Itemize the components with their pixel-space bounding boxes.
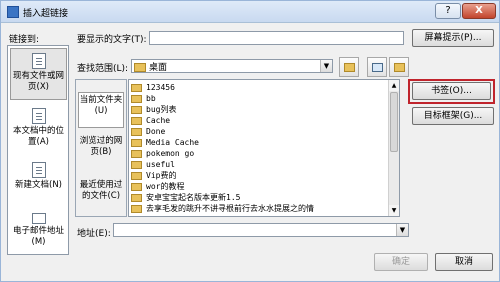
new-document-icon (31, 162, 46, 178)
bookmark-button[interactable]: 书签(O)... (412, 82, 491, 100)
look-in-select[interactable]: 桌面 ▼ (131, 59, 333, 73)
file-list[interactable]: 123456 bb bug列表 Cache Done Media Cache p… (128, 79, 400, 217)
list-item[interactable]: pokemon go (131, 148, 194, 159)
folder-icon (134, 63, 146, 72)
link-to-email-label: 电子邮件地址(M) (12, 226, 64, 247)
folder-icon (131, 127, 142, 136)
scope-current-folder[interactable]: 当前文件夹(U) (78, 92, 124, 128)
scope-panel: 当前文件夹(U) 浏览过的网页(B) 最近使用过的文件(C) (75, 79, 127, 217)
browse-file-button[interactable] (389, 57, 409, 77)
folder-icon (131, 94, 142, 103)
scroll-up-icon[interactable]: ▲ (389, 80, 399, 91)
list-item[interactable]: Cache (131, 115, 170, 126)
list-item[interactable]: Media Cache (131, 137, 199, 148)
screentip-button[interactable]: 屏幕提示(P)... (412, 29, 494, 47)
folder-icon (131, 182, 142, 191)
link-to-place-label: 本文档中的位置(A) (12, 126, 64, 147)
title-bar: 插入超链接 ? X (1, 1, 499, 23)
email-icon (31, 213, 46, 224)
link-to-existing-file-label: 现有文件或网页(X) (12, 71, 64, 92)
link-to-new-document-label: 新建文档(N) (15, 180, 62, 190)
app-icon (7, 6, 19, 18)
folder-icon (131, 83, 142, 92)
up-folder-icon (344, 63, 355, 72)
up-folder-button[interactable] (339, 57, 359, 77)
list-item[interactable]: 去享毛发的跳升不讲寻根前行去水水提展之的情 (131, 203, 314, 214)
chevron-down-icon[interactable]: ▼ (320, 60, 332, 72)
list-item[interactable]: wor的教程 (131, 181, 184, 192)
scope-browsed-pages[interactable]: 浏览过的网页(B) (78, 136, 124, 166)
browse-web-button[interactable] (367, 57, 387, 77)
link-to-panel: 现有文件或网页(X) 本文档中的位置(A) 新建文档(N) 电子邮件地址(M) (7, 45, 69, 255)
folder-icon (131, 138, 142, 147)
list-item[interactable]: bug列表 (131, 104, 176, 115)
link-to-place-in-document[interactable]: 本文档中的位置(A) (10, 104, 67, 156)
look-in-value: 桌面 (149, 63, 168, 73)
address-input[interactable]: ▼ (113, 223, 409, 237)
chevron-down-icon[interactable]: ▼ (396, 224, 408, 236)
scroll-down-icon[interactable]: ▼ (389, 205, 399, 216)
list-item[interactable]: 123456 (131, 82, 175, 93)
look-in-label: 查找范围(L): (77, 64, 129, 74)
folder-icon (131, 171, 142, 180)
display-text-input[interactable] (149, 31, 404, 45)
web-page-icon (31, 53, 46, 69)
scope-recent-files[interactable]: 最近使用过的文件(C) (78, 180, 124, 214)
folder-icon (131, 160, 142, 169)
close-button[interactable]: X (462, 3, 496, 19)
help-button[interactable]: ? (435, 3, 461, 19)
folder-icon (131, 116, 142, 125)
folder-icon (131, 204, 142, 213)
display-text-label: 要显示的文字(T): (77, 35, 147, 45)
file-list-scrollbar[interactable]: ▲ ▼ (388, 80, 399, 216)
target-frame-button[interactable]: 目标框架(G)... (412, 107, 494, 125)
insert-hyperlink-dialog: 插入超链接 ? X 链接到: 现有文件或网页(X) 本文档中的位置(A) 新建文… (0, 0, 500, 282)
link-to-label: 链接到: (9, 35, 40, 45)
ok-button[interactable]: 确定 (374, 253, 428, 271)
list-item[interactable]: Done (131, 126, 165, 137)
document-icon (31, 108, 46, 124)
link-to-existing-file[interactable]: 现有文件或网页(X) (10, 48, 67, 100)
open-folder-icon (394, 63, 405, 72)
folder-icon (131, 149, 142, 158)
scroll-thumb[interactable] (390, 92, 398, 152)
address-label: 地址(E): (77, 229, 111, 239)
list-item[interactable]: 安卓宝宝起名版本更新1.5 (131, 192, 240, 203)
cancel-button[interactable]: 取消 (435, 253, 493, 271)
link-to-email[interactable]: 电子邮件地址(M) (10, 206, 67, 258)
browse-web-icon (372, 63, 383, 72)
folder-icon (131, 105, 142, 114)
link-to-new-document[interactable]: 新建文档(N) (10, 158, 67, 210)
list-item[interactable]: useful (131, 159, 175, 170)
folder-icon (131, 193, 142, 202)
window-title: 插入超链接 (23, 9, 69, 19)
list-item[interactable]: Vip费的 (131, 170, 176, 181)
list-item[interactable]: bb (131, 93, 156, 104)
